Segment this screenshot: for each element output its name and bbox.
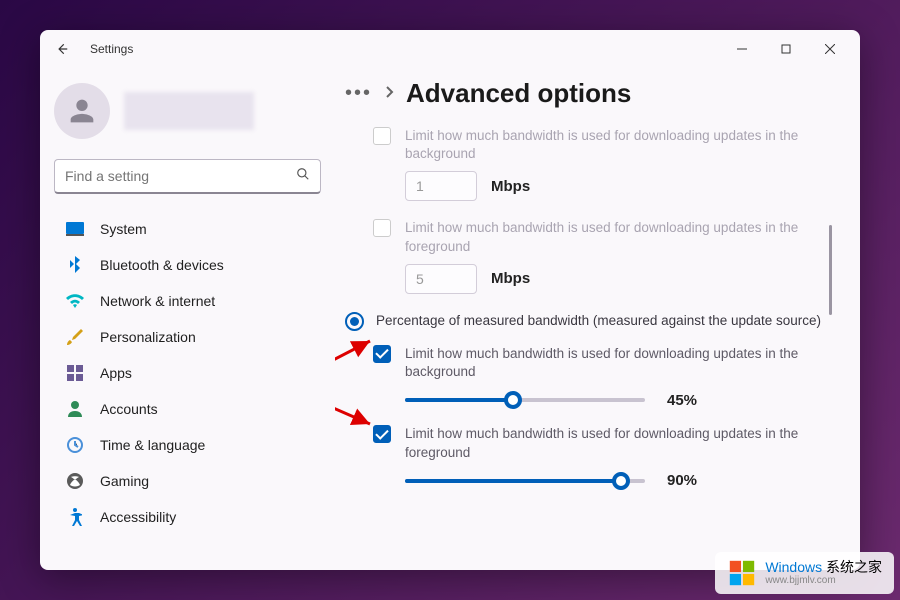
absolute-fg-checkbox [373, 219, 391, 237]
app-title: Settings [90, 42, 133, 56]
absolute-bg-label: Limit how much bandwidth is used for dow… [405, 127, 828, 163]
windows-logo-icon [727, 558, 757, 588]
sidebar-item-network[interactable]: Network & internet [54, 284, 321, 318]
back-arrow-icon [55, 42, 69, 56]
close-button[interactable] [808, 34, 852, 64]
absolute-fg-label: Limit how much bandwidth is used for dow… [405, 219, 828, 255]
watermark: Windows 系统之家 www.bjjmlv.com [715, 552, 894, 594]
percent-bg-checkbox[interactable] [373, 345, 391, 363]
sidebar-item-apps[interactable]: Apps [54, 356, 321, 390]
percent-bg-value: 45% [667, 392, 709, 409]
sidebar-item-personalization[interactable]: Personalization [54, 320, 321, 354]
maximize-button[interactable] [764, 34, 808, 64]
percent-fg-value: 90% [667, 472, 709, 489]
settings-content: Limit how much bandwidth is used for dow… [345, 127, 832, 557]
percentage-radio-label: Percentage of measured bandwidth (measur… [376, 312, 821, 330]
sidebar-item-gaming[interactable]: Gaming [54, 464, 321, 498]
percent-fg-slider[interactable] [405, 472, 645, 490]
main-content: ••• Advanced options Limit how much band… [335, 68, 860, 570]
search-input[interactable] [55, 160, 286, 192]
nav-label: Accounts [100, 401, 158, 417]
scrollbar[interactable] [829, 225, 832, 315]
person-icon [66, 400, 84, 418]
sidebar-item-time[interactable]: Time & language [54, 428, 321, 462]
percent-fg-checkbox[interactable] [373, 425, 391, 443]
sidebar-item-system[interactable]: System [54, 212, 321, 246]
person-icon [65, 94, 99, 128]
paintbrush-icon [66, 328, 84, 346]
nav-label: Bluetooth & devices [100, 257, 224, 273]
close-icon [825, 44, 835, 54]
absolute-fg-input [405, 264, 477, 294]
profile-section[interactable] [54, 68, 321, 159]
bluetooth-icon [66, 256, 84, 274]
nav-label: Network & internet [100, 293, 215, 309]
nav-list: System Bluetooth & devices Network & int… [54, 212, 321, 534]
system-icon [66, 220, 84, 238]
search-icon [286, 167, 320, 186]
minimize-icon [737, 44, 747, 54]
chevron-right-icon [384, 85, 394, 103]
percent-bg-label: Limit how much bandwidth is used for dow… [405, 345, 828, 381]
mbps-unit: Mbps [491, 178, 530, 195]
minimize-button[interactable] [720, 34, 764, 64]
breadcrumb: ••• Advanced options [345, 78, 832, 109]
nav-label: Apps [100, 365, 132, 381]
profile-name-redacted [124, 92, 254, 130]
absolute-bg-checkbox [373, 127, 391, 145]
nav-label: Gaming [100, 473, 149, 489]
percent-fg-label: Limit how much bandwidth is used for dow… [405, 425, 828, 461]
sidebar-item-bluetooth[interactable]: Bluetooth & devices [54, 248, 321, 282]
sidebar-item-accounts[interactable]: Accounts [54, 392, 321, 426]
nav-label: Accessibility [100, 509, 176, 525]
apps-icon [66, 364, 84, 382]
nav-label: Personalization [100, 329, 196, 345]
xbox-icon [66, 472, 84, 490]
sidebar: System Bluetooth & devices Network & int… [40, 68, 335, 570]
percent-bg-slider[interactable] [405, 391, 645, 409]
sidebar-item-accessibility[interactable]: Accessibility [54, 500, 321, 534]
nav-label: Time & language [100, 437, 205, 453]
percentage-radio[interactable] [345, 312, 364, 331]
back-button[interactable] [48, 35, 76, 63]
clock-icon [66, 436, 84, 454]
nav-label: System [100, 221, 147, 237]
absolute-bg-input [405, 171, 477, 201]
settings-window: Settings [40, 30, 860, 570]
accessibility-icon [66, 508, 84, 526]
breadcrumb-overflow[interactable]: ••• [345, 82, 372, 105]
page-title: Advanced options [406, 78, 631, 109]
mbps-unit: Mbps [491, 270, 530, 287]
avatar [54, 83, 110, 139]
search-box[interactable] [54, 159, 321, 194]
maximize-icon [781, 44, 791, 54]
wifi-icon [66, 292, 84, 310]
titlebar: Settings [40, 30, 860, 68]
window-controls [720, 34, 852, 64]
